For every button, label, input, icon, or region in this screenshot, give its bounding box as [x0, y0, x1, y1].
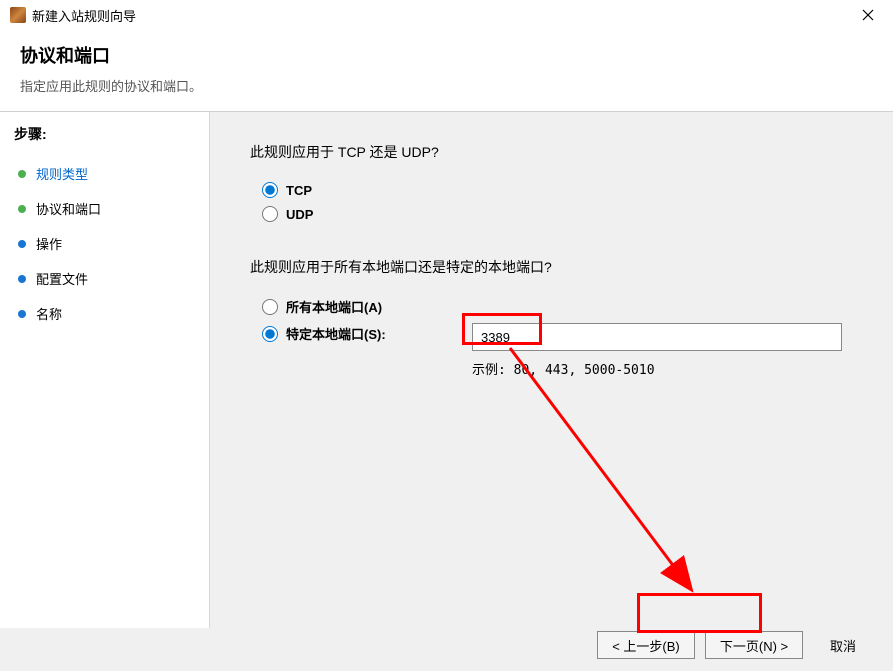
page-subtitle: 指定应用此规则的协议和端口。 — [20, 76, 873, 95]
port-example-text: 示例: 80, 443, 5000-5010 — [472, 359, 853, 378]
step-label: 协议和端口 — [36, 199, 101, 218]
step-bullet-icon — [18, 205, 26, 213]
radio-tcp-label: TCP — [286, 183, 312, 198]
step-protocol-port[interactable]: 协议和端口 — [14, 191, 195, 226]
step-bullet-icon — [18, 170, 26, 178]
radio-specific-ports[interactable] — [262, 326, 278, 342]
step-label: 配置文件 — [36, 269, 88, 288]
step-label: 规则类型 — [36, 164, 88, 183]
main-panel: 此规则应用于 TCP 还是 UDP? TCP UDP 此规则应用于所有本地端口还… — [210, 112, 893, 628]
step-label: 名称 — [36, 304, 62, 323]
back-button[interactable]: < 上一步(B) — [597, 631, 695, 659]
step-profile[interactable]: 配置文件 — [14, 261, 195, 296]
wizard-sidebar: 步骤: 规则类型 协议和端口 操作 配置文件 名称 — [0, 112, 210, 628]
protocol-radio-group: TCP UDP — [262, 182, 853, 222]
close-button[interactable] — [853, 0, 883, 30]
step-rule-type[interactable]: 规则类型 — [14, 156, 195, 191]
radio-udp[interactable] — [262, 206, 278, 222]
header-section: 协议和端口 指定应用此规则的协议和端口。 — [0, 30, 893, 112]
radio-all-ports-label: 所有本地端口(A) — [286, 297, 382, 316]
content-wrapper: 步骤: 规则类型 协议和端口 操作 配置文件 名称 此规则应用于 TCP 还是 … — [0, 112, 893, 628]
radio-all-ports-item[interactable]: 所有本地端口(A) — [262, 297, 472, 316]
step-bullet-icon — [18, 240, 26, 248]
cancel-button[interactable]: 取消 — [813, 631, 873, 659]
window-title: 新建入站规则向导 — [32, 6, 853, 25]
title-bar: 新建入站规则向导 — [0, 0, 893, 30]
port-radio-column: 所有本地端口(A) 特定本地端口(S): — [262, 297, 472, 351]
radio-all-ports[interactable] — [262, 299, 278, 315]
radio-tcp-item[interactable]: TCP — [262, 182, 853, 198]
radio-tcp[interactable] — [262, 182, 278, 198]
step-bullet-icon — [18, 310, 26, 318]
port-input-column: 示例: 80, 443, 5000-5010 — [472, 297, 853, 378]
firewall-icon — [10, 7, 26, 23]
radio-specific-ports-item[interactable]: 特定本地端口(S): — [262, 324, 472, 343]
wizard-button-bar: < 上一步(B) 下一页(N) > 取消 — [597, 631, 873, 659]
port-section: 此规则应用于所有本地端口还是特定的本地端口? 所有本地端口(A) 特定本地端口(… — [250, 257, 853, 378]
steps-heading: 步骤: — [14, 124, 195, 144]
radio-udp-item[interactable]: UDP — [262, 206, 853, 222]
port-row: 所有本地端口(A) 特定本地端口(S): 示例: 80, 443, 5000-5… — [262, 297, 853, 378]
port-question: 此规则应用于所有本地端口还是特定的本地端口? — [250, 257, 853, 277]
step-bullet-icon — [18, 275, 26, 283]
port-input[interactable] — [472, 323, 842, 351]
close-icon — [862, 9, 874, 21]
step-action[interactable]: 操作 — [14, 226, 195, 261]
step-name[interactable]: 名称 — [14, 296, 195, 331]
radio-specific-ports-label: 特定本地端口(S): — [286, 324, 386, 343]
next-button[interactable]: 下一页(N) > — [705, 631, 803, 659]
step-label: 操作 — [36, 234, 62, 253]
page-title: 协议和端口 — [20, 42, 873, 68]
protocol-question: 此规则应用于 TCP 还是 UDP? — [250, 142, 853, 162]
radio-udp-label: UDP — [286, 207, 313, 222]
